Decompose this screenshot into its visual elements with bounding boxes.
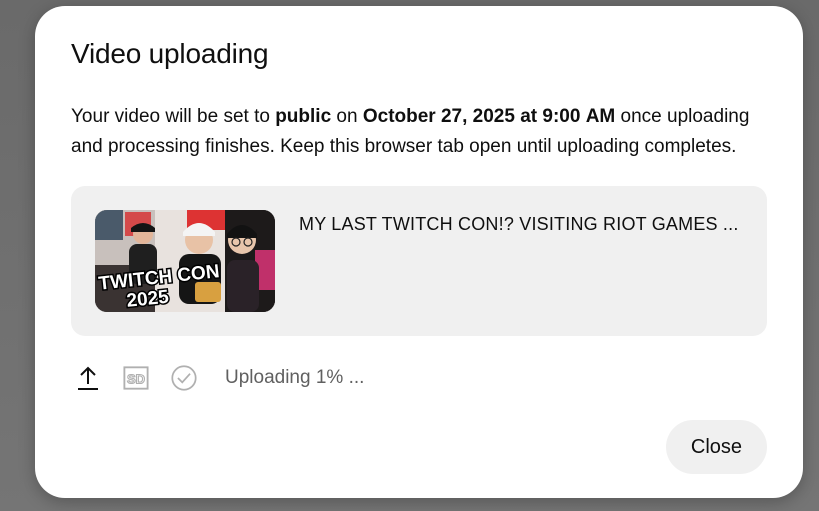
schedule-datetime: October 27, 2025 at 9:00 AM <box>362 106 616 127</box>
visibility-value: public <box>275 106 332 127</box>
message-text-2: on <box>331 106 363 127</box>
video-title[interactable]: MY LAST TWITCH CON!? VISITING RIOT GAMES… <box>299 214 749 235</box>
check-circle-icon <box>171 365 197 391</box>
message-text-1: Your video will be set to <box>71 106 276 127</box>
upload-icon <box>75 365 101 391</box>
video-uploading-dialog: Video uploading Your video will be set t… <box>35 6 803 498</box>
thumbnail-title-line2: 2025 <box>126 287 171 312</box>
video-thumbnail[interactable]: TWITCH CON 2025 <box>95 210 275 312</box>
upload-message: Your video will be set to public on Octo… <box>71 102 771 162</box>
close-button[interactable]: Close <box>666 420 767 474</box>
sd-quality-icon: SD <box>123 365 149 391</box>
upload-progress-text: Uploading 1% ... <box>225 367 365 388</box>
sd-label: SD <box>127 372 145 387</box>
dialog-title: Video uploading <box>71 38 269 69</box>
video-card: TWITCH CON 2025 MY LAST TWITCH CON!? VIS… <box>71 186 767 336</box>
upload-status-row: SD Uploading 1% ... <box>75 362 364 394</box>
